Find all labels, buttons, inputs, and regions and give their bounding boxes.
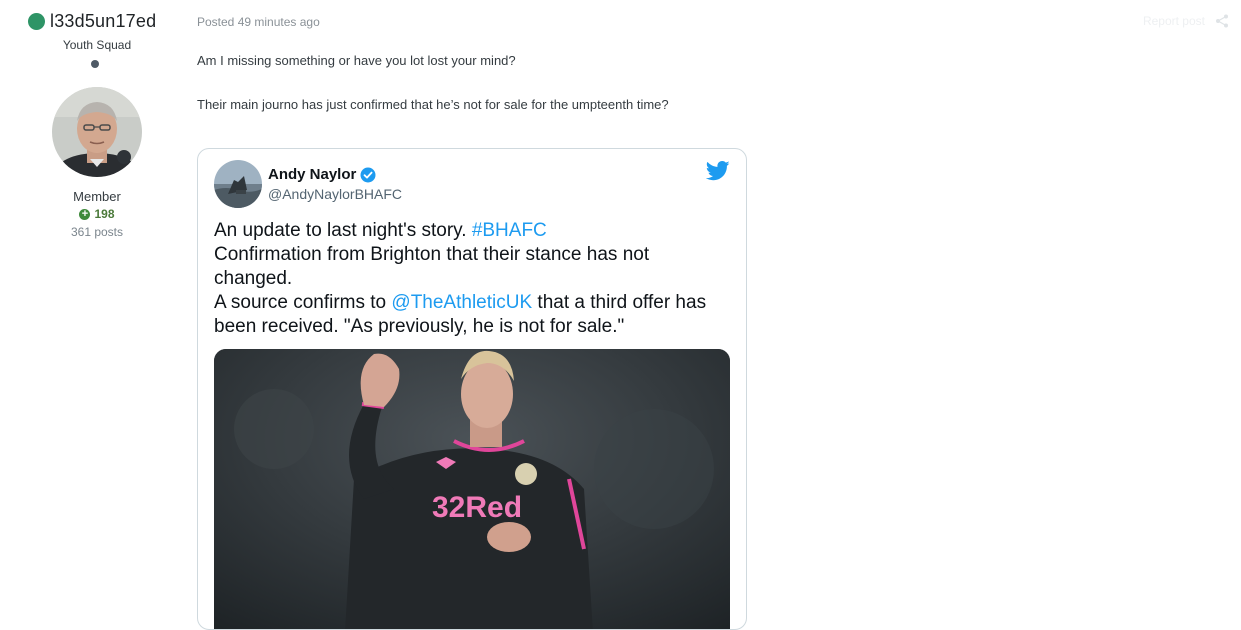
reputation-count: 198 (94, 207, 115, 221)
author-name-row[interactable]: l33d5un17ed (28, 11, 156, 32)
author-post-count: 361 posts (70, 225, 124, 239)
author-rank-title: Youth Squad (62, 38, 132, 52)
tweet-line-text: An update to last night's story. (214, 220, 472, 241)
mention-link[interactable]: @TheAthleticUK (391, 292, 532, 313)
post-timestamp[interactable]: Posted 49 minutes ago (197, 15, 320, 29)
twitter-bird-icon[interactable] (706, 161, 730, 181)
rank-pip-icon (91, 60, 99, 68)
shirt-sponsor-text: 32Red (432, 491, 522, 524)
tweet-line-text: that a third offer has (532, 292, 707, 313)
embedded-tweet[interactable]: Andy Naylor @AndyNaylorBHAFC An update t… (197, 148, 747, 630)
author-group: Member (73, 189, 121, 204)
verified-badge-icon (360, 167, 376, 182)
tweet-author-name-row[interactable]: Andy Naylor (268, 166, 376, 183)
tweet-line: been received. "As previously, he is not… (214, 316, 625, 337)
online-status-icon (28, 13, 45, 30)
hashtag-link[interactable]: #BHAFC (472, 220, 547, 241)
tweet-text: An update to last night's story. #BHAFC … (214, 219, 729, 339)
share-icon[interactable] (1215, 14, 1229, 28)
tweet-line-text: A source confirms to (214, 292, 392, 313)
author-username[interactable]: l33d5un17ed (50, 11, 156, 32)
post-paragraph: Am I missing something or have you lot l… (197, 53, 516, 68)
report-post-link[interactable]: Report post (1143, 14, 1205, 28)
tweet-media-image[interactable]: 32Red (214, 349, 730, 629)
tweet-line: A source confirms to @TheAthleticUK that… (214, 291, 729, 315)
author-reputation[interactable]: + 198 (0, 207, 194, 221)
tweet-line: Confirmation from Brighton that their st… (214, 244, 650, 265)
post-actions: Report post (1143, 14, 1229, 28)
author-avatar[interactable] (52, 87, 142, 177)
plus-circle-icon: + (79, 208, 91, 220)
tweet-line: An update to last night's story. #BHAFC (214, 219, 729, 243)
tweet-line: changed. (214, 268, 293, 289)
tweet-author-name[interactable]: Andy Naylor (268, 166, 356, 183)
tweet-author-handle[interactable]: @AndyNaylorBHAFC (268, 186, 402, 202)
post-paragraph: Their main journo has just confirmed tha… (197, 97, 669, 112)
tweet-author-avatar[interactable] (214, 160, 262, 208)
